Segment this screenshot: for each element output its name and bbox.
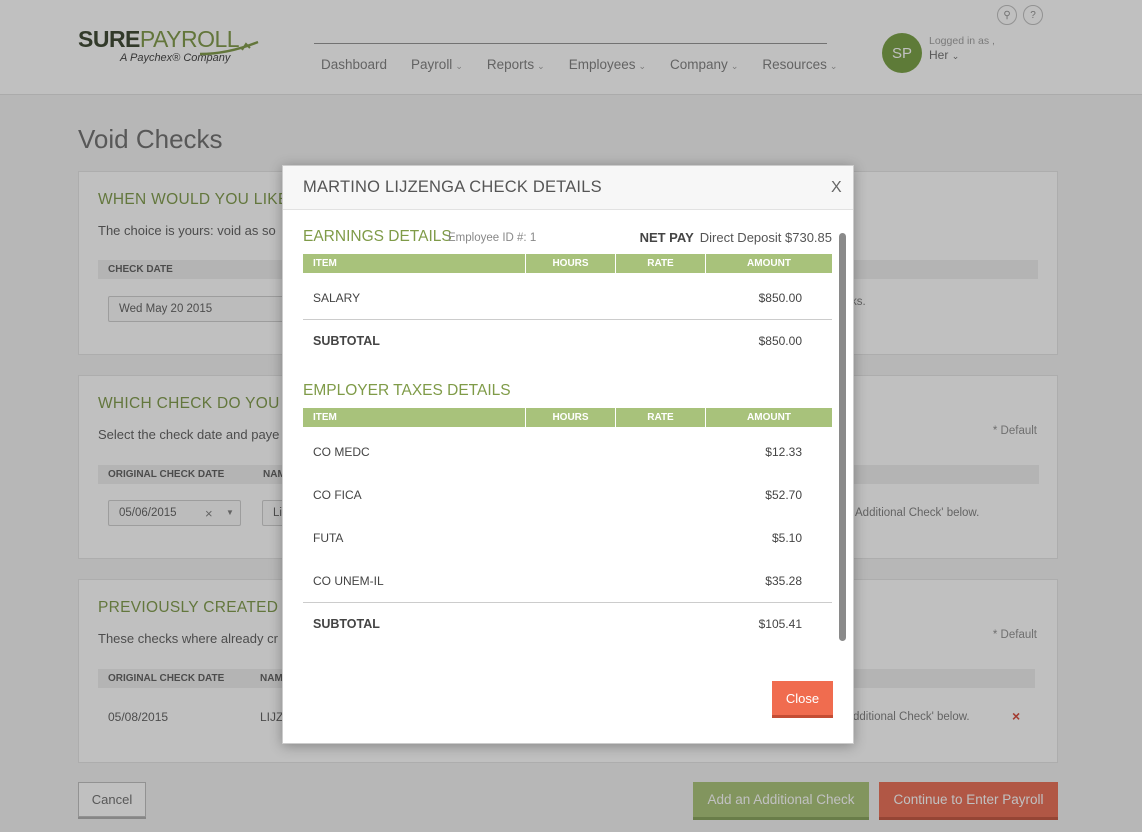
net-pay: NET PAY Direct Deposit $730.85 xyxy=(640,230,832,245)
column-header-amount: AMOUNT xyxy=(705,254,832,273)
row-item: FUTA xyxy=(313,531,344,545)
column-header-rate: RATE xyxy=(615,254,705,273)
earnings-table-header: ITEM HOURS RATE AMOUNT xyxy=(303,254,832,273)
row-amount: $52.70 xyxy=(765,488,802,502)
employee-id: Employee ID #: 1 xyxy=(448,232,537,244)
row-item: SALARY xyxy=(313,291,361,305)
row-amount: $5.10 xyxy=(771,531,802,545)
net-pay-value: Direct Deposit $730.85 xyxy=(699,230,832,245)
subtotal-amount: $850.00 xyxy=(758,334,802,348)
subtotal-label: SUBTOTAL xyxy=(313,617,380,631)
subtotal-amount: $105.41 xyxy=(758,617,802,631)
row-item: CO MEDC xyxy=(313,445,370,459)
modal-header: MARTINO LIJZENGA CHECK DETAILS X xyxy=(283,166,853,210)
taxes-heading: EMPLOYER TAXES DETAILS xyxy=(303,382,511,399)
modal-scrollbar[interactable] xyxy=(839,233,846,641)
row-amount: $850.00 xyxy=(758,291,802,305)
column-header-rate: RATE xyxy=(615,408,705,427)
row-item: CO FICA xyxy=(313,488,362,502)
row-amount: $12.33 xyxy=(765,445,802,459)
close-button[interactable]: Close xyxy=(772,681,833,715)
row-item: CO UNEM-IL xyxy=(313,574,384,588)
check-details-modal: MARTINO LIJZENGA CHECK DETAILS X EARNING… xyxy=(282,165,854,744)
column-header-item: ITEM xyxy=(313,412,337,423)
close-icon[interactable]: X xyxy=(831,179,842,197)
column-header-hours: HOURS xyxy=(525,254,615,273)
column-header-amount: AMOUNT xyxy=(705,408,832,427)
row-amount: $35.28 xyxy=(765,574,802,588)
net-pay-label: NET PAY xyxy=(639,230,694,245)
divider xyxy=(303,319,832,320)
column-header-hours: HOURS xyxy=(525,408,615,427)
taxes-table-header: ITEM HOURS RATE AMOUNT xyxy=(303,408,832,427)
modal-title: MARTINO LIJZENGA CHECK DETAILS xyxy=(303,178,602,196)
earnings-heading: EARNINGS DETAILS xyxy=(303,228,452,245)
column-header-item: ITEM xyxy=(313,258,337,269)
divider xyxy=(303,602,832,603)
subtotal-label: SUBTOTAL xyxy=(313,334,380,348)
